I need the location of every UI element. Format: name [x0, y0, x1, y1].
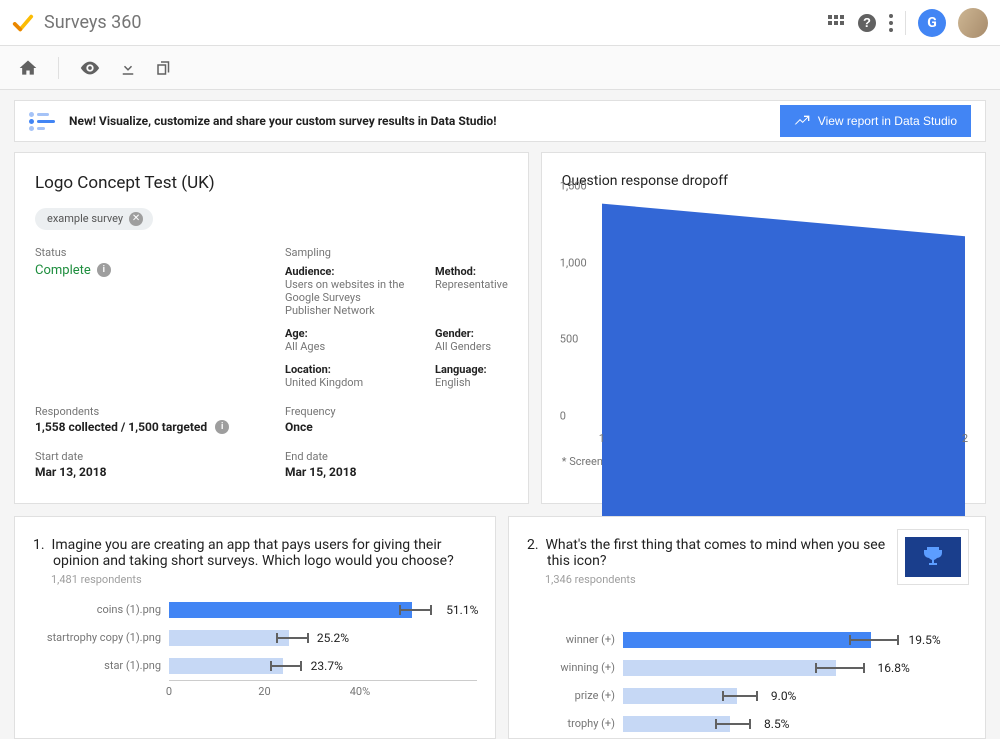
language-label: Language: [435, 363, 487, 376]
divider [58, 57, 59, 79]
age-value: All Ages [285, 340, 405, 353]
language-value: English [435, 376, 487, 389]
q1-barchart: coins (1).png 51.1% startrophy copy (1).… [41, 596, 477, 700]
age-label: Age: [285, 327, 405, 340]
user-avatar[interactable] [958, 8, 988, 38]
home-icon[interactable] [18, 58, 38, 78]
google-account-icon[interactable]: G [918, 9, 946, 37]
dropoff-chart: 05001,0001,50012 [602, 199, 965, 429]
survey-tag[interactable]: example survey ✕ [35, 208, 153, 230]
method-label: Method: [435, 265, 508, 278]
info-banner: New! Visualize, customize and share your… [14, 100, 986, 142]
view-report-button[interactable]: View report in Data Studio [780, 105, 971, 137]
location-value: United Kingdom [285, 376, 405, 389]
frequency-value: Once [285, 420, 336, 434]
q1-bar-b: startrophy copy (1).png 25.2% [41, 624, 477, 652]
q2-bar-b: winning (+) 16.8% [535, 654, 967, 682]
q1-text: 1. Imagine you are creating an app that … [53, 537, 477, 569]
respondents-value: 1,558 collected / 1,500 targetedi [35, 420, 275, 434]
status-value: Completei [35, 263, 275, 278]
q1-bar-c: star (1).png 23.7% [41, 652, 477, 680]
header-left: Surveys 360 [12, 12, 142, 34]
header-right: ? G [827, 8, 988, 38]
surveys-logo-icon [12, 12, 34, 34]
audience-value: Users on websites in the Google Surveys … [285, 278, 405, 317]
start-date-label: Start date [35, 450, 275, 463]
respondents-label: Respondents [35, 405, 275, 418]
q1-bar-a: coins (1).png 51.1% [41, 596, 477, 624]
banner-text: New! Visualize, customize and share your… [69, 114, 496, 128]
info-icon[interactable]: i [215, 420, 229, 434]
tag-label: example survey [47, 212, 123, 225]
q1-respondents: 1,481 respondents [51, 573, 477, 586]
trend-icon [794, 113, 810, 129]
q2-thumbnail [897, 529, 969, 585]
start-date-value: Mar 13, 2018 [35, 465, 275, 479]
product-name: Surveys 360 [44, 12, 142, 33]
end-date-value: Mar 15, 2018 [285, 465, 357, 479]
copy-icon[interactable] [155, 59, 173, 77]
q2-bar-c: prize (+) 9.0% [535, 682, 967, 710]
info-icon[interactable]: i [97, 263, 111, 277]
summary-row: Logo Concept Test (UK) example survey ✕ … [14, 152, 986, 504]
dropoff-title: Question response dropoff [562, 173, 965, 189]
app-header: Surveys 360 ? G [0, 0, 1000, 46]
help-icon[interactable]: ? [857, 13, 877, 33]
gender-label: Gender: [435, 327, 491, 340]
q2-bar-d: trophy (+) 8.5% [535, 710, 967, 738]
banner-left: New! Visualize, customize and share your… [29, 112, 496, 131]
apps-icon[interactable] [827, 14, 845, 32]
view-report-label: View report in Data Studio [818, 114, 957, 128]
svg-text:?: ? [863, 15, 871, 30]
more-icon[interactable] [889, 14, 893, 32]
q2-barchart: winner (+) 19.5% winning (+) 16.8% prize… [535, 626, 967, 738]
gender-value: All Genders [435, 340, 491, 353]
method-value: Representative [435, 278, 508, 291]
divider [905, 11, 906, 35]
frequency-label: Frequency [285, 405, 336, 418]
location-label: Location: [285, 363, 405, 376]
end-date-label: End date [285, 450, 357, 463]
preview-icon[interactable] [79, 57, 101, 79]
question-2-card: 2. What's the first thing that comes to … [508, 516, 986, 739]
survey-details-card: Logo Concept Test (UK) example survey ✕ … [14, 152, 529, 504]
survey-title: Logo Concept Test (UK) [35, 173, 508, 193]
status-label: Status [35, 246, 275, 259]
question-1-card: 1. Imagine you are creating an app that … [14, 516, 496, 739]
data-studio-icon [29, 112, 55, 131]
trophy-icon [921, 545, 945, 569]
download-icon[interactable] [119, 59, 137, 77]
question-row: 1. Imagine you are creating an app that … [14, 516, 986, 739]
audience-label: Audience: [285, 265, 405, 278]
sampling-label: Sampling [285, 246, 508, 259]
tag-remove-icon[interactable]: ✕ [129, 212, 143, 226]
dropoff-card: Question response dropoff 05001,0001,500… [541, 152, 986, 504]
q1-axis: 0 20 40% [169, 680, 477, 700]
q2-bar-a: winner (+) 19.5% [535, 626, 967, 654]
toolbar [0, 46, 1000, 90]
